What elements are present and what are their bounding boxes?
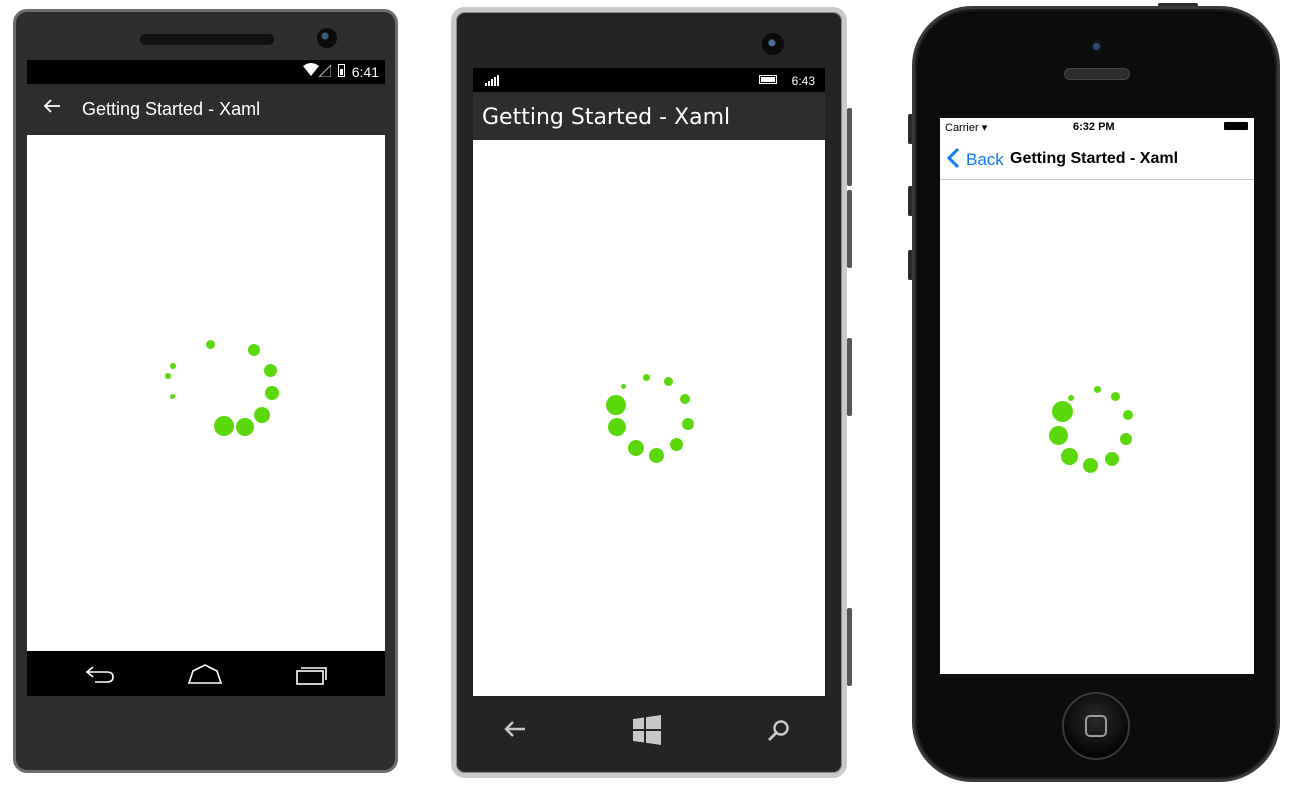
busy-indicator-dot — [680, 394, 690, 404]
busy-indicator-dot — [236, 418, 254, 436]
app-bar: Getting Started - Xaml — [27, 84, 385, 135]
wifi-icon: ▾ — [981, 122, 988, 134]
signal-icon — [317, 63, 332, 78]
nav-home-icon[interactable] — [187, 663, 223, 685]
busy-indicator-dot — [1111, 392, 1120, 401]
busy-indicator-dot — [1068, 395, 1074, 401]
windows-status-bar: 6:43 — [473, 68, 825, 92]
busy-indicator-dot — [1061, 448, 1078, 465]
page-title: Getting Started - Xaml — [82, 99, 261, 119]
signal-icon — [485, 74, 501, 86]
busy-indicator-dot — [1052, 401, 1073, 422]
windows-camera — [762, 33, 784, 55]
busy-indicator-dot — [170, 394, 175, 399]
page-title: Getting Started - Xaml — [482, 105, 731, 130]
navigation-bar: Back Getting Started - Xaml — [940, 136, 1254, 180]
busy-indicator-dot — [165, 373, 171, 379]
busy-indicator-dot — [1049, 426, 1068, 445]
busy-indicator-dot — [606, 395, 626, 415]
busy-indicator-dot — [643, 374, 650, 381]
app-bar: Getting Started - Xaml — [473, 92, 825, 140]
busy-indicator-dot — [1094, 386, 1101, 393]
busy-indicator-dot — [670, 438, 683, 451]
power-button — [847, 338, 852, 416]
carrier-label: Carrier ▾ — [945, 122, 988, 134]
windows-screen: 6:43 Getting Started - Xaml — [473, 68, 825, 696]
back-button[interactable]: Back — [966, 150, 1004, 170]
busy-indicator-dot — [1105, 452, 1119, 466]
busy-indicator-dot — [1083, 458, 1098, 473]
nav-back-icon[interactable] — [85, 661, 115, 685]
busy-indicator-dot — [1120, 433, 1132, 445]
busy-indicator-dot — [264, 364, 277, 377]
windows-start-icon[interactable] — [632, 715, 662, 745]
android-status-bar: 6:41 — [27, 60, 385, 84]
busy-indicator-dot — [664, 377, 673, 386]
status-time: 6:41 — [351, 64, 379, 80]
busy-indicator-dot — [214, 416, 234, 436]
busy-indicator-dot — [1123, 410, 1133, 420]
back-chevron-icon[interactable] — [946, 147, 962, 169]
ios-earpiece — [1064, 68, 1130, 80]
busy-indicator-dot — [682, 418, 694, 430]
ios-camera — [1090, 40, 1103, 53]
busy-indicator-dot — [265, 386, 279, 400]
busy-indicator-dot — [628, 440, 644, 456]
volume-up-button — [847, 108, 852, 186]
busy-indicator-dot — [206, 340, 215, 349]
busy-indicator-dot — [170, 363, 176, 369]
busy-indicator-dot — [649, 448, 664, 463]
home-button[interactable] — [1062, 692, 1130, 760]
volume-down-button — [847, 190, 852, 268]
android-nav-bar — [27, 651, 385, 696]
back-arrow-icon[interactable] — [43, 97, 61, 120]
busy-indicator — [155, 340, 279, 440]
page-title: Getting Started - Xaml — [1010, 150, 1179, 167]
android-camera — [317, 28, 337, 48]
ios-status-bar: Carrier ▾ 6:32 PM — [940, 118, 1254, 136]
busy-indicator-dot — [621, 384, 626, 389]
nav-recent-apps-icon[interactable] — [295, 662, 329, 686]
battery-icon — [1224, 122, 1248, 130]
busy-indicator — [598, 373, 698, 473]
status-time: 6:32 PM — [1073, 121, 1115, 133]
android-screen: 6:41 Getting Started - Xaml — [27, 60, 385, 696]
busy-indicator — [1047, 384, 1147, 484]
busy-indicator-dot — [608, 418, 626, 436]
battery-icon — [338, 64, 345, 77]
status-time: 6:43 — [791, 74, 815, 88]
search-icon[interactable] — [766, 717, 792, 743]
battery-icon — [759, 75, 777, 84]
wifi-icon — [303, 63, 319, 79]
busy-indicator-dot — [248, 344, 260, 356]
camera-button — [847, 608, 852, 686]
busy-indicator-dot — [254, 407, 270, 423]
ios-screen: Carrier ▾ 6:32 PM Back Getting Started -… — [940, 118, 1254, 674]
back-icon[interactable] — [502, 716, 528, 742]
android-speaker — [140, 34, 274, 45]
home-square-icon — [1085, 715, 1107, 737]
